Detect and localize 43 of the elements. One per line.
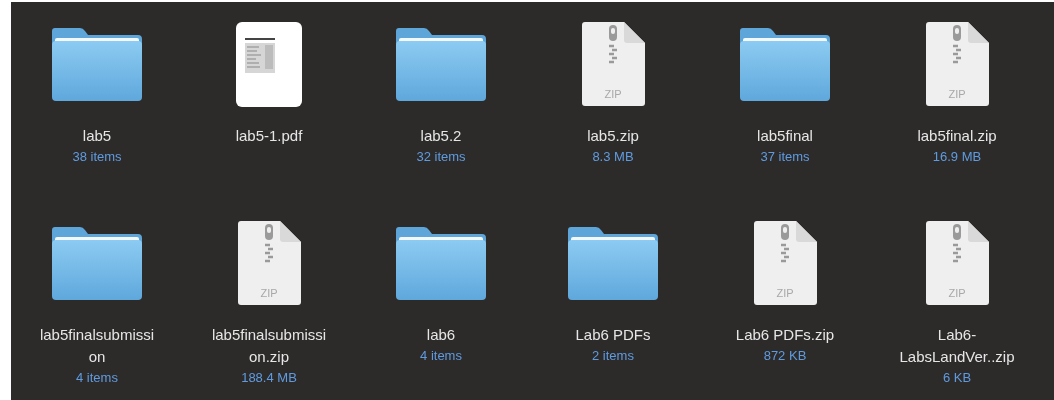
folder-icon [52, 226, 142, 300]
file-name[interactable]: on.zip [248, 346, 289, 368]
file-name[interactable]: lab5-1.pdf [235, 125, 303, 147]
file-name[interactable]: lab6 [426, 324, 456, 346]
file-name[interactable]: lab5finalsubmissi [211, 324, 327, 346]
file-name[interactable]: lab5finalsubmissi [39, 324, 155, 346]
file-detail: 37 items [760, 148, 810, 166]
document-thumbnail-icon [236, 21, 302, 107]
file-name[interactable]: Lab6- [937, 324, 977, 346]
file-name[interactable]: lab5final.zip [917, 125, 997, 147]
folder-icon [740, 27, 830, 101]
file-detail: 38 items [72, 148, 122, 166]
file-detail: 8.3 MB [592, 148, 634, 166]
file-detail: 2 items [592, 347, 634, 365]
file-detail: 4 items [76, 369, 118, 387]
file-detail: 872 KB [763, 347, 807, 365]
file-detail: 6 KB [942, 369, 972, 387]
file-name[interactable]: lab5final [757, 125, 813, 147]
file-name[interactable]: Lab6 PDFs [575, 324, 651, 346]
folder-icon [396, 27, 486, 101]
zip-file-icon [581, 22, 645, 106]
file-name[interactable]: lab5 [82, 125, 112, 147]
file-type-label: ZIP [947, 89, 967, 100]
zip-file-icon [925, 221, 989, 305]
file-detail: 16.9 MB [932, 148, 982, 166]
folder-icon [568, 226, 658, 300]
zip-file-icon [925, 22, 989, 106]
file-name[interactable]: on [88, 346, 106, 368]
file-name[interactable]: Lab6 PDFs.zip [735, 324, 835, 346]
file-type-label: ZIP [947, 288, 967, 299]
folder-icon [396, 226, 486, 300]
file-type-label: ZIP [603, 89, 623, 100]
file-detail: 188.4 MB [241, 369, 297, 387]
folder-icon [52, 27, 142, 101]
file-name[interactable]: lab5.2 [420, 125, 462, 147]
zip-file-icon [753, 221, 817, 305]
file-name[interactable]: lab5.zip [587, 125, 639, 147]
file-detail: 32 items [416, 148, 466, 166]
zip-file-icon [237, 221, 301, 305]
file-type-label: ZIP [775, 288, 795, 299]
file-type-label: ZIP [259, 288, 279, 299]
file-detail: 4 items [420, 347, 462, 365]
file-name[interactable]: LabsLandVer..zip [899, 346, 1015, 368]
